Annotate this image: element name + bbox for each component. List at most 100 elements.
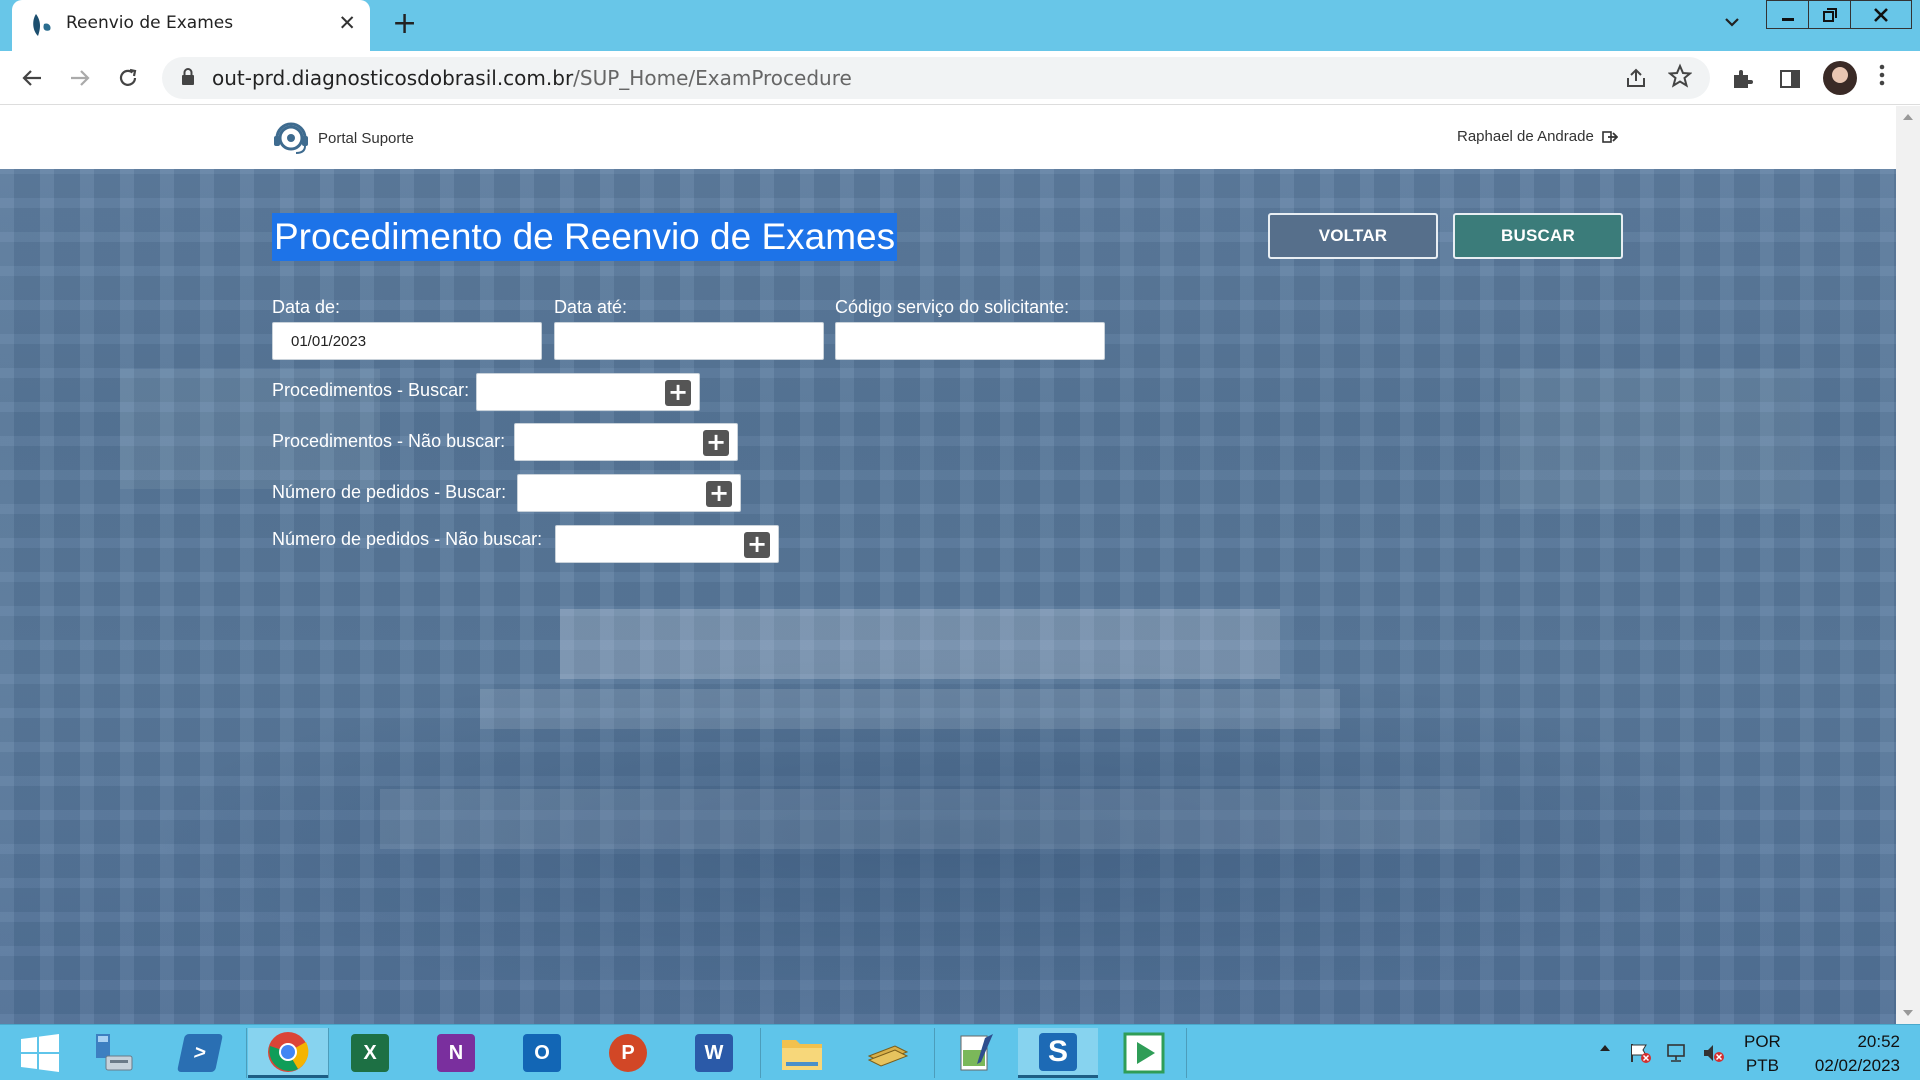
taskbar-separator xyxy=(1186,1028,1187,1078)
tab-search-chevron-icon[interactable] xyxy=(1722,12,1742,32)
taskbar-separator xyxy=(934,1028,935,1078)
taskbar-app-chrome[interactable] xyxy=(248,1028,328,1078)
add-order-exclude-button[interactable]: + xyxy=(744,532,770,558)
taskbar-app-powershell[interactable]: > xyxy=(160,1028,240,1078)
add-procedure-exclude-button[interactable]: + xyxy=(703,430,729,456)
orders-exclude-input[interactable]: + xyxy=(555,525,779,563)
excel-icon: X xyxy=(351,1034,389,1072)
date-from-label: Data de: xyxy=(272,297,341,317)
scroll-down-icon[interactable] xyxy=(1903,1010,1913,1016)
taskbar-app-excel[interactable]: X xyxy=(330,1028,410,1078)
url-path: /SUP_Home/ExamProcedure xyxy=(573,66,852,90)
windows-taskbar: > X N O P W S POR PTB 20:52 02/02/2023 xyxy=(0,1024,1920,1080)
powershell-icon: > xyxy=(176,1034,224,1072)
address-bar[interactable]: out-prd.diagnosticosdobrasil.com.br/SUP_… xyxy=(162,57,1710,99)
orders-exclude-label: Número de pedidos - Não buscar: xyxy=(272,529,543,549)
side-panel-button[interactable] xyxy=(1776,65,1804,93)
reload-icon xyxy=(119,68,137,86)
window-restore-button[interactable] xyxy=(1808,0,1850,29)
taskbar-app-books[interactable] xyxy=(848,1028,928,1078)
volume-muted-icon[interactable] xyxy=(1701,1042,1725,1064)
keyboard-layout: PTB xyxy=(1745,1056,1779,1075)
chrome-icon xyxy=(268,1031,309,1072)
taskbar-app-notepad[interactable] xyxy=(936,1028,1016,1078)
close-icon xyxy=(1874,7,1888,22)
lock-icon[interactable] xyxy=(180,67,196,87)
procedures-exclude-input[interactable]: + xyxy=(514,423,738,461)
network-computer-icon xyxy=(96,1034,133,1071)
back-button[interactable] xyxy=(12,59,52,97)
clock-time: 20:52 xyxy=(1857,1032,1900,1051)
add-order-include-button[interactable]: + xyxy=(706,481,732,507)
add-procedure-include-button[interactable]: + xyxy=(665,380,691,406)
procedures-exclude-label: Procedimentos - Não buscar: xyxy=(272,431,506,451)
action-center-flag-icon[interactable] xyxy=(1628,1042,1652,1064)
taskbar-app-file-explorer[interactable] xyxy=(762,1028,842,1078)
forward-button[interactable] xyxy=(60,59,100,97)
scroll-up-icon[interactable] xyxy=(1903,114,1913,120)
logout-icon[interactable] xyxy=(1601,130,1618,144)
date-from-input[interactable]: 01/01/2023 xyxy=(272,322,542,360)
taskbar-app-outlook[interactable]: O xyxy=(502,1028,582,1078)
window-minimize-button[interactable] xyxy=(1766,0,1808,29)
outlook-icon: O xyxy=(523,1034,561,1072)
system-clock[interactable]: 20:52 02/02/2023 xyxy=(1800,1030,1900,1078)
site-favicon-icon xyxy=(33,14,51,36)
share-icon[interactable] xyxy=(1624,66,1648,90)
s-logo-icon: S xyxy=(1039,1032,1077,1071)
side-panel-icon xyxy=(1780,70,1800,88)
network-icon[interactable] xyxy=(1665,1042,1689,1064)
tab-close-icon[interactable]: ✕ xyxy=(338,11,356,35)
extensions-button[interactable] xyxy=(1728,65,1756,93)
background-image-detail xyxy=(480,689,1340,729)
browser-tab[interactable]: Reenvio de Exames ✕ xyxy=(12,0,370,51)
clock-date: 02/02/2023 xyxy=(1814,1056,1900,1075)
user-menu[interactable]: Raphael de Andrade xyxy=(1457,128,1618,145)
service-code-label: Código serviço do solicitante: xyxy=(835,297,1070,317)
brand-link[interactable]: Portal Suporte xyxy=(272,120,414,156)
page-title: Procedimento de Reenvio de Exames xyxy=(272,213,898,261)
taskbar-app-sapiens[interactable]: S xyxy=(1018,1028,1098,1078)
more-vert-icon xyxy=(1879,64,1885,86)
service-code-input[interactable] xyxy=(835,322,1105,360)
orders-include-input[interactable]: + xyxy=(517,474,741,512)
url-host: out-prd.diagnosticosdobrasil.com.br xyxy=(212,66,574,90)
browser-menu-button[interactable] xyxy=(1878,63,1886,87)
bookmark-star-icon[interactable] xyxy=(1668,63,1692,89)
date-to-input[interactable] xyxy=(554,322,824,360)
play-icon xyxy=(1123,1032,1165,1074)
taskbar-app-onenote[interactable]: N xyxy=(416,1028,496,1078)
brand-name: Portal Suporte xyxy=(318,129,414,147)
arrow-left-icon xyxy=(22,70,41,86)
page-scrollbar[interactable] xyxy=(1896,106,1920,1024)
restore-icon xyxy=(1822,7,1837,22)
site-header: Portal Suporte Raphael de Andrade xyxy=(0,106,1896,169)
support-headset-logo-icon xyxy=(274,122,308,154)
main-content: Procedimento de Reenvio de Exames VOLTAR… xyxy=(0,169,1896,1024)
taskbar-app-player[interactable] xyxy=(1104,1028,1184,1078)
page-viewport: Portal Suporte Raphael de Andrade Proced… xyxy=(0,106,1896,1024)
puzzle-icon xyxy=(1734,70,1753,88)
taskbar-app-network[interactable] xyxy=(72,1028,152,1078)
show-hidden-icons-button[interactable] xyxy=(1600,1045,1610,1051)
profile-avatar[interactable] xyxy=(1823,61,1857,95)
start-button[interactable] xyxy=(0,1028,80,1078)
taskbar-app-word[interactable]: W xyxy=(674,1028,754,1078)
input-language-indicator[interactable]: POR PTB xyxy=(1744,1030,1781,1078)
new-tab-button[interactable]: + xyxy=(392,8,417,40)
search-button[interactable]: BUSCAR xyxy=(1453,213,1623,259)
procedures-include-label: Procedimentos - Buscar: xyxy=(272,380,470,400)
reload-button[interactable] xyxy=(108,59,148,97)
minimize-icon xyxy=(1781,17,1794,21)
procedures-include-input[interactable]: + xyxy=(476,373,700,411)
browser-tab-strip: Reenvio de Exames ✕ + xyxy=(0,0,1920,51)
background-image-detail xyxy=(1500,369,1800,509)
window-close-button[interactable] xyxy=(1850,0,1912,29)
user-name: Raphael de Andrade xyxy=(1457,128,1594,145)
language-code: POR xyxy=(1744,1032,1781,1051)
taskbar-app-powerpoint[interactable]: P xyxy=(588,1028,668,1078)
back-button[interactable]: VOLTAR xyxy=(1268,213,1438,259)
arrow-right-icon xyxy=(71,70,90,86)
url-text: out-prd.diagnosticosdobrasil.com.br/SUP_… xyxy=(212,66,852,90)
word-icon: W xyxy=(695,1034,733,1072)
